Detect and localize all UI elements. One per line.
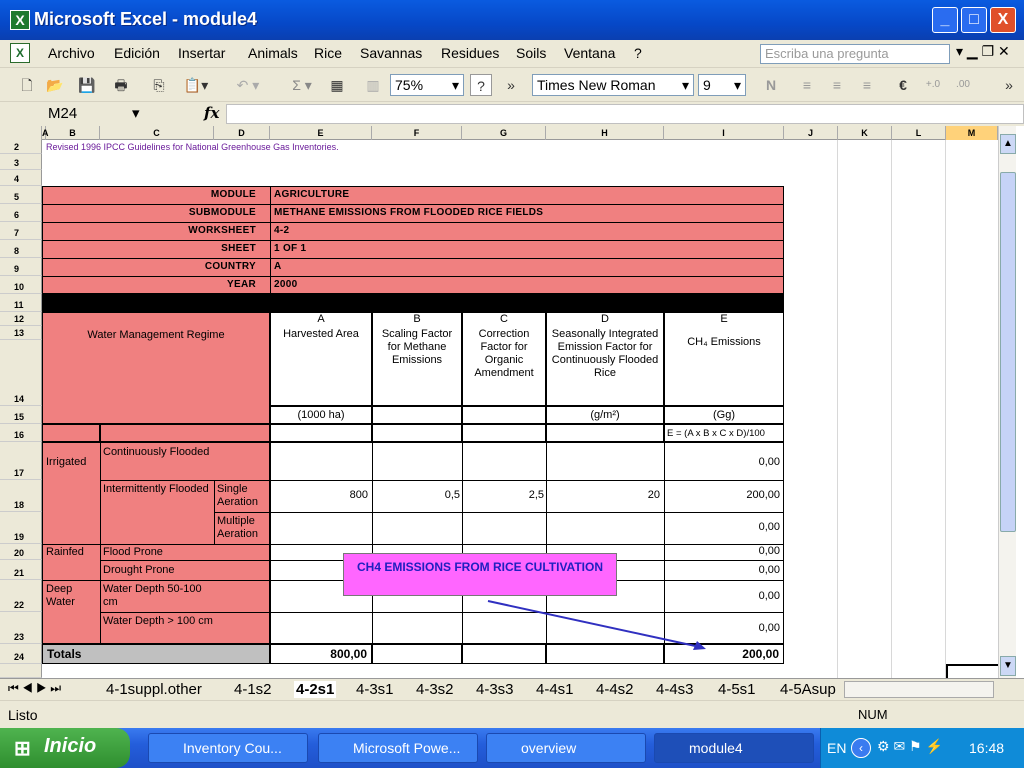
tab-4-3s1[interactable]: 4-3s1 (356, 681, 394, 698)
close-button[interactable]: X (990, 7, 1016, 33)
task-inventory[interactable]: Inventory Cou... (148, 733, 308, 763)
align-right-icon[interactable]: ≡ (856, 74, 878, 96)
task-overview[interactable]: overview (486, 733, 646, 763)
tab-nav-icons[interactable]: ⏮ ◀ ▶ ⏭ (8, 681, 61, 696)
formula-input[interactable] (226, 104, 1024, 124)
align-center-icon[interactable]: ≡ (826, 74, 848, 96)
align-left-icon[interactable]: ≡ (796, 74, 818, 96)
clock[interactable]: 16:48 (969, 740, 1004, 756)
chevron-down-icon: ▾ (132, 105, 140, 122)
zoom-select[interactable]: 75% ▾ (390, 74, 464, 96)
toolbar-options-icon[interactable]: » (1000, 74, 1018, 96)
maximize-button[interactable]: □ (961, 7, 987, 33)
name-box[interactable]: M24 ▾ (48, 104, 148, 124)
bold-icon[interactable]: N (760, 74, 782, 96)
vertical-scrollbar[interactable]: ▲ ▼ (998, 126, 1016, 678)
chart-wizard-icon[interactable]: ▦ (326, 74, 348, 96)
tab-4-1suppl-other[interactable]: 4-1suppl.other (106, 681, 202, 698)
doc-window-controls[interactable]: ▾ ▁ ❐ ✕ (956, 43, 1010, 60)
task-powerpoint[interactable]: Microsoft Powe... (318, 733, 478, 763)
num-lock-indicator: NUM (858, 707, 888, 722)
increase-decimal-icon[interactable]: +.0 (920, 74, 946, 96)
euro-icon[interactable]: € (892, 74, 914, 96)
start-label: Inicio (44, 735, 97, 757)
tray-icons[interactable]: ⚙ ✉ ⚑ ⚡ (877, 738, 943, 755)
system-tray: EN ‹ ⚙ ✉ ⚑ ⚡ 16:48 (820, 728, 1024, 768)
chevron-down-icon: ▾ (733, 77, 741, 93)
task-module4[interactable]: module4 (654, 733, 814, 763)
scroll-up-icon[interactable]: ▲ (1000, 134, 1016, 154)
tab-4-5asup[interactable]: 4-5Asup (780, 681, 840, 698)
tab-4-4s3[interactable]: 4-4s3 (656, 681, 694, 698)
tab-4-4s2[interactable]: 4-4s2 (596, 681, 634, 698)
font-select[interactable]: Times New Roman ▾ (532, 74, 694, 96)
print-icon[interactable]: 🖶 (110, 74, 132, 96)
menu-rice[interactable]: Rice (314, 45, 342, 61)
tab-4-3s3[interactable]: 4-3s3 (476, 681, 514, 698)
font-value: Times New Roman (537, 77, 656, 93)
paste-icon[interactable]: 📋▾ (178, 74, 214, 96)
menu-help[interactable]: ? (634, 45, 642, 61)
tab-4-1s2[interactable]: 4-1s2 (234, 681, 272, 698)
new-icon[interactable]: 🗋 (16, 74, 38, 96)
excel-app-icon[interactable]: X (10, 10, 30, 30)
ask-question-input[interactable]: Escriba una pregunta (760, 44, 950, 64)
tab-4-5s1[interactable]: 4-5s1 (718, 681, 756, 698)
scroll-thumb[interactable] (1000, 172, 1016, 532)
save-icon[interactable]: 💾 (76, 74, 98, 96)
help-icon[interactable]: ? (470, 74, 492, 96)
font-size-select[interactable]: 9 ▾ (698, 74, 746, 96)
name-box-value: M24 (48, 105, 78, 122)
start-button[interactable]: ⊞ Inicio (0, 728, 130, 768)
sheet-tabs-bar: ⏮ ◀ ▶ ⏭ 4-1suppl.other 4-1s2 4-2s1 4-3s1… (0, 678, 1024, 700)
tab-4-3s2[interactable]: 4-3s2 (416, 681, 454, 698)
menu-residues[interactable]: Residues (441, 45, 499, 61)
menu-insertar[interactable]: Insertar (178, 45, 225, 61)
font-size-value: 9 (703, 77, 711, 93)
menu-archivo[interactable]: Archivo (48, 45, 95, 61)
window-title: Microsoft Excel - module4 (34, 9, 258, 29)
chevron-down-icon: ▾ (681, 77, 689, 93)
chevron-down-icon: ▾ (451, 77, 459, 93)
menu-savannas[interactable]: Savannas (360, 45, 422, 61)
menu-soils[interactable]: Soils (516, 45, 546, 61)
tray-expand-icon[interactable]: ‹ (851, 738, 871, 758)
more-buttons-icon[interactable]: » (500, 74, 522, 96)
menu-animals[interactable]: Animals (248, 45, 298, 61)
menu-edicion[interactable]: Edición (114, 45, 160, 61)
horizontal-scrollbar[interactable] (844, 681, 994, 698)
decrease-decimal-icon[interactable]: .00 (950, 74, 976, 96)
scroll-down-icon[interactable]: ▼ (1000, 656, 1016, 676)
status-text: Listo (8, 707, 38, 723)
standard-toolbar: 🗋 📂 💾 🖶 ⎘ 📋▾ ↶ ▾ Σ ▾ ▦ ▥ 75% ▾ ? » Times … (0, 68, 1024, 102)
menu-ventana[interactable]: Ventana (564, 45, 615, 61)
open-icon[interactable]: 📂 (44, 74, 66, 96)
fx-icon[interactable]: fx (204, 104, 219, 122)
workbook-icon[interactable]: X (10, 43, 30, 63)
copy-icon[interactable]: ⎘ (148, 74, 170, 96)
callout-textbox[interactable]: CH4 EMISSIONS FROM RICE CULTIVATION (343, 553, 617, 596)
autosum-icon[interactable]: Σ ▾ (284, 74, 320, 96)
status-bar: Listo NUM (0, 700, 1024, 728)
minimize-button[interactable]: _ (932, 7, 958, 33)
title-bar: X Microsoft Excel - module4 _ □ X (0, 0, 1024, 40)
zoom-value: 75% (395, 77, 424, 93)
tab-4-2s1[interactable]: 4-2s1 (294, 681, 337, 698)
drawing-icon[interactable]: ▥ (362, 74, 384, 96)
language-indicator[interactable]: EN (827, 740, 846, 756)
undo-icon[interactable]: ↶ ▾ (230, 74, 266, 96)
windows-logo-icon: ⊞ (14, 738, 31, 760)
tab-4-4s1[interactable]: 4-4s1 (536, 681, 574, 698)
